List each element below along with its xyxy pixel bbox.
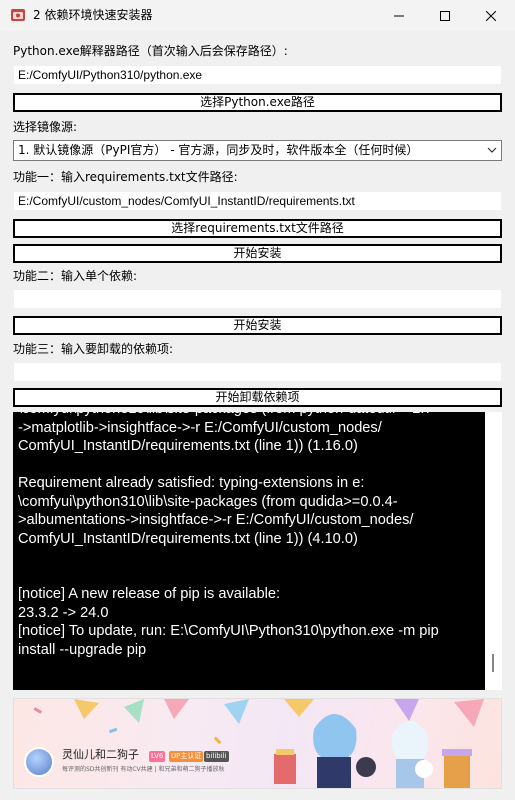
mirror-label: 选择镜像源: [13,120,78,134]
mirror-select[interactable]: 1. 默认镜像源（PyPI官方） - 官方源，同步及时，软件版本全（任何时候） [13,140,502,161]
channel-subtitle: 每评测的SD共创新刊 有动CV共建 | 和兄弟和萌二狗子播放秋 [62,766,225,773]
python-path-label: Python.exe解释器路径（首次输入后会保存路径）: [13,44,288,58]
single-dependency-input[interactable] [13,289,502,309]
install-single-button[interactable]: 开始安装 [13,316,502,335]
select-requirements-button[interactable]: 选择requirements.txt文件路径 [13,219,502,238]
channel-name: 灵仙儿和二狗子 [62,748,139,761]
uploader-badge: UP主认证 [169,751,204,762]
uninstall-dependency-input[interactable] [13,362,502,382]
title-bar: 2 依赖环境快速安装器 [0,0,515,31]
scroll-thumb[interactable] [492,654,494,672]
function-two-label: 功能二：输入单个依赖: [13,269,138,283]
maximize-icon [440,10,450,21]
chevron-down-icon [487,147,497,153]
minimize-icon [394,15,404,16]
console-output[interactable]: \comfyui\python310\lib\site-packages (fr… [13,412,502,690]
mirror-selected-value: 1. 默认镜像源（PyPI官方） - 官方源，同步及时，软件版本全（任何时候） [18,143,419,157]
app-icon [11,9,25,21]
banner-decoration [33,699,484,788]
level-badge: LV6 [149,751,166,762]
banner-image: 灵仙儿和二狗子 LV6 UP主认证 bilibili 每评测的SD共创新刊 有动… [13,698,502,789]
console-scrollbar[interactable] [485,412,502,690]
avatar [24,747,54,777]
requirements-path-input[interactable]: E:/ComfyUI/custom_nodes/ComfyUI_InstantI… [13,191,502,211]
maximize-button[interactable] [422,0,468,31]
uninstall-button[interactable]: 开始卸载依赖项 [13,388,502,407]
function-one-label: 功能一：输入requirements.txt文件路径: [13,170,238,184]
console-text: \comfyui\python310\lib\site-packages (fr… [18,412,439,658]
select-python-button[interactable]: 选择Python.exe路径 [13,93,502,112]
function-three-label: 功能三：输入要卸载的依赖项: [13,342,174,356]
close-button[interactable] [468,0,514,31]
close-icon [486,10,496,21]
python-path-input[interactable]: E:/ComfyUI/Python310/python.exe [13,65,502,85]
install-requirements-button[interactable]: 开始安装 [13,244,502,263]
bilibili-badge: bilibili [204,751,229,762]
window-title: 2 依赖环境快速安装器 [33,8,153,22]
minimize-button[interactable] [376,0,422,31]
